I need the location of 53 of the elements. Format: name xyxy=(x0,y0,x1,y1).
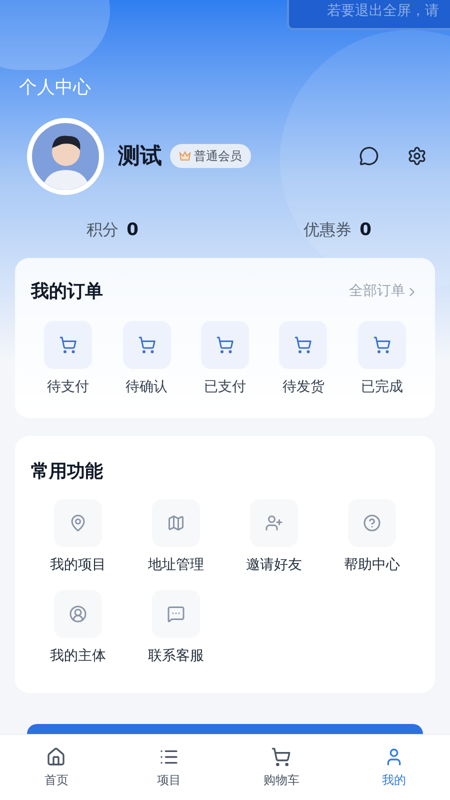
toast-text: 若要退出全屏，请 xyxy=(327,2,439,21)
stat-label: 积分 xyxy=(86,219,119,242)
tab[interactable]: 项目 xyxy=(112,735,225,800)
function-button[interactable]: 地址管理 xyxy=(127,499,225,576)
order-status-label: 待发货 xyxy=(282,378,324,397)
crown-icon xyxy=(179,150,191,162)
function-button[interactable]: 联系客服 xyxy=(127,590,225,667)
function-button[interactable]: 邀请好友 xyxy=(225,499,323,576)
member-badge: 普通会员 xyxy=(170,144,251,168)
section-title: 我的订单 xyxy=(31,280,103,304)
cart-icon xyxy=(138,336,156,354)
add-user-icon xyxy=(265,514,283,532)
order-status-button[interactable]: 已完成 xyxy=(342,321,421,398)
chat-icon xyxy=(167,605,185,623)
message-icon xyxy=(359,146,379,166)
cart-icon xyxy=(59,336,78,354)
cart-icon xyxy=(216,336,234,354)
home-icon xyxy=(46,746,66,766)
function-button[interactable]: 帮助中心 xyxy=(323,499,421,576)
order-status-label: 已完成 xyxy=(360,378,403,397)
cart-icon xyxy=(294,336,312,354)
order-status-button[interactable]: 待发货 xyxy=(264,321,343,398)
order-status-label: 已支付 xyxy=(204,378,246,397)
order-status-button[interactable]: 待支付 xyxy=(29,321,108,398)
function-label: 邀请好友 xyxy=(246,556,302,575)
tab[interactable]: 我的 xyxy=(338,735,450,800)
tab[interactable]: 首页 xyxy=(0,735,112,800)
function-label: 地址管理 xyxy=(148,556,204,575)
cart-icon xyxy=(271,746,292,766)
pin-icon xyxy=(69,514,87,532)
function-button[interactable]: 我的项目 xyxy=(29,499,127,576)
function-label: 帮助中心 xyxy=(344,556,400,575)
settings-icon xyxy=(407,146,427,166)
help-icon xyxy=(363,514,381,532)
function-button[interactable]: 我的主体 xyxy=(29,590,127,667)
order-status-button[interactable]: 待确认 xyxy=(107,321,186,398)
cart-icon xyxy=(372,336,391,354)
map-icon xyxy=(167,514,185,532)
user-name: 测试 xyxy=(118,142,162,170)
function-label: 联系客服 xyxy=(148,647,204,666)
stat-value: 0 xyxy=(360,219,372,242)
order-status-button[interactable]: 已支付 xyxy=(186,321,264,398)
function-label: 我的项目 xyxy=(50,556,106,575)
section-title: 常用功能 xyxy=(30,460,104,484)
page-title: 个人中心 xyxy=(18,76,92,100)
stat-label: 优惠券 xyxy=(304,219,352,242)
function-label: 我的主体 xyxy=(50,647,106,666)
message-button[interactable] xyxy=(357,144,381,168)
stat-value: 0 xyxy=(126,219,138,242)
order-status-label: 待支付 xyxy=(47,378,90,397)
user-circle-icon xyxy=(69,605,87,623)
order-status-label: 待确认 xyxy=(126,378,168,397)
tab[interactable]: 购物车 xyxy=(225,735,338,800)
